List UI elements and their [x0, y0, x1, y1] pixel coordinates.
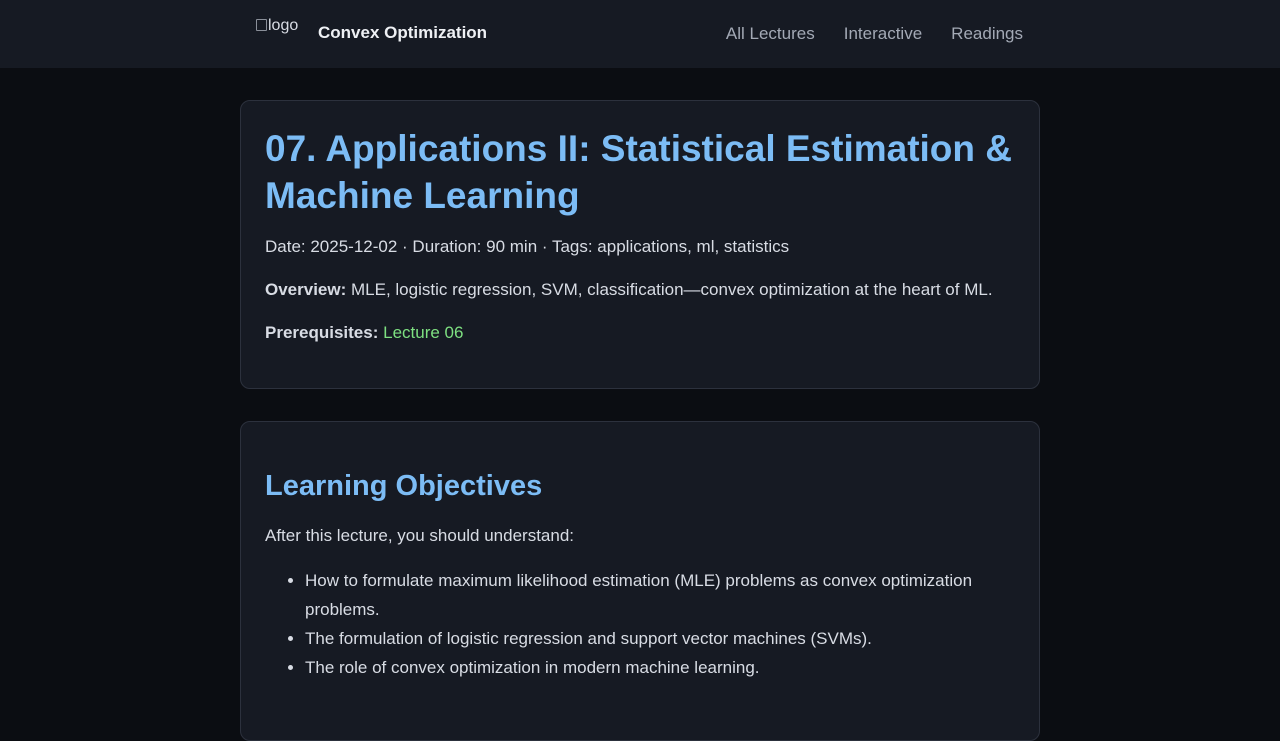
learning-objectives-card: Learning Objectives After this lecture, … — [240, 421, 1040, 741]
broken-image-icon — [256, 19, 267, 31]
objectives-list: How to formulate maximum likelihood esti… — [265, 566, 1005, 682]
lecture-title: 07. Applications II: Statistical Estimat… — [265, 128, 1013, 216]
nav-link-all-lectures[interactable]: All Lectures — [726, 24, 815, 44]
logo-image: logo — [256, 17, 308, 41]
section-heading-learning-objectives: Learning Objectives — [265, 470, 543, 502]
prerequisites-label: Prerequisites: — [265, 323, 379, 342]
nav-link-readings[interactable]: Readings — [951, 24, 1023, 44]
overview-text: MLE, logistic regression, SVM, classific… — [346, 280, 993, 299]
top-navigation-bar: logo Convex Optimization All Lectures In… — [0, 0, 1280, 68]
list-item: The role of convex optimization in moder… — [305, 653, 1005, 682]
prerequisite-link-lecture-06[interactable]: Lecture 06 — [383, 323, 463, 342]
nav-link-interactive[interactable]: Interactive — [844, 24, 922, 44]
brand[interactable]: logo Convex Optimization — [256, 17, 487, 49]
list-item: The formulation of logistic regression a… — [305, 624, 1005, 653]
lecture-header-card: 07. Applications II: Statistical Estimat… — [240, 100, 1040, 389]
site-title[interactable]: Convex Optimization — [318, 23, 487, 43]
lecture-prerequisites: Prerequisites: Lecture 06 — [265, 323, 463, 343]
logo-alt-text: logo — [268, 17, 299, 34]
lecture-overview: Overview: MLE, logistic regression, SVM,… — [265, 280, 993, 300]
list-item: How to formulate maximum likelihood esti… — [305, 566, 1005, 624]
overview-label: Overview: — [265, 280, 347, 299]
objectives-intro: After this lecture, you should understan… — [265, 526, 575, 545]
lecture-meta: Date: 2025-12-02 · Duration: 90 min · Ta… — [265, 237, 790, 256]
main-nav: All Lectures Interactive Readings — [726, 0, 1023, 68]
